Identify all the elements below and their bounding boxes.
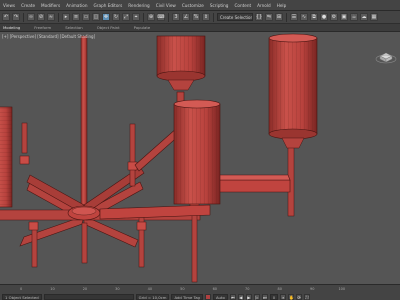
- ribbon-tab-selection[interactable]: Selection: [65, 25, 83, 30]
- menu-arnold[interactable]: Arnold: [254, 3, 274, 8]
- timeline-ruler[interactable]: 0 10 20 30 40 50 60 70 80 90 100: [0, 286, 400, 292]
- menu-create[interactable]: Create: [18, 3, 38, 8]
- select-move-icon[interactable]: ✥: [102, 13, 110, 21]
- viewport-label[interactable]: [+] [Perspective] [Standard] [Default Sh…: [2, 34, 95, 39]
- angle-snap-icon[interactable]: ∠: [182, 13, 190, 21]
- timeline-tick: 40: [147, 287, 153, 291]
- placement-icon[interactable]: ⌖: [132, 13, 140, 21]
- menu-animation[interactable]: Animation: [63, 3, 90, 8]
- align-icon[interactable]: ⊞: [275, 13, 283, 21]
- material-editor-icon[interactable]: ●: [320, 13, 328, 21]
- render-cloud-icon[interactable]: ☁: [360, 13, 368, 21]
- rectangle-selection-icon[interactable]: ▭: [82, 13, 90, 21]
- select-scale-icon[interactable]: ⤢: [122, 13, 130, 21]
- center-rod[interactable]: [80, 35, 88, 212]
- percent-snap-icon[interactable]: %: [192, 13, 200, 21]
- render-icon[interactable]: ☕: [350, 13, 358, 21]
- timeline-tick: 80: [277, 287, 282, 291]
- menu-help[interactable]: Help: [274, 3, 290, 8]
- schematic-view-icon[interactable]: ⧉: [310, 13, 318, 21]
- coordinate-fields[interactable]: [43, 294, 134, 300]
- timeline-tick: 10: [50, 287, 55, 291]
- spinner-snap-icon[interactable]: ⇕: [202, 13, 210, 21]
- timeline-tick: 70: [245, 287, 250, 291]
- zoom-icon[interactable]: ⌕: [280, 294, 287, 300]
- timeline-tick: 30: [115, 287, 120, 291]
- toolbar-divider: [58, 12, 59, 22]
- bind-icon[interactable]: ≈: [47, 13, 55, 21]
- ribbon-tab-object-paint[interactable]: Object Paint: [97, 25, 120, 30]
- keyboard-shortcut-icon[interactable]: ⌨: [157, 13, 165, 21]
- candle-right[interactable]: [268, 33, 318, 149]
- timeline-tick: 20: [82, 287, 88, 291]
- candle-middle[interactable]: [173, 99, 221, 205]
- menu-views[interactable]: Views: [0, 3, 18, 8]
- selection-status: 1 Object Selected: [2, 294, 42, 300]
- toolbar-divider: [286, 12, 287, 22]
- menu-civil-view[interactable]: Civil View: [153, 3, 179, 8]
- main-toolbar: ↶ ↷ ∞ ⊘ ≈ ▸ ≡ ▭ ◫ ✥ ↻ ⤢ ⌖ ⊕ ⌨ 3 ∠ % ⇕ Cr…: [0, 11, 400, 24]
- status-bar: 0 10 20 30 40 50 60 70 80 90 100 1 Objec…: [0, 284, 400, 300]
- toolbar-divider: [23, 12, 24, 22]
- perspective-viewport[interactable]: [+] [Perspective] [Standard] [Default Sh…: [0, 31, 400, 284]
- orbit-icon[interactable]: ⟳: [296, 294, 303, 300]
- toolbar-divider: [168, 12, 169, 22]
- menu-graph-editors[interactable]: Graph Editors: [91, 3, 126, 8]
- selection-set-dropdown[interactable]: Create Selection Se: [217, 13, 253, 21]
- maximize-viewport-icon[interactable]: ⛶: [304, 294, 311, 300]
- pivot-icon[interactable]: ⊕: [147, 13, 155, 21]
- menu-bar: Views Create Modifiers Animation Graph E…: [0, 0, 400, 11]
- curve-editor-icon[interactable]: ∿: [300, 13, 308, 21]
- pan-icon[interactable]: ✋: [288, 294, 295, 300]
- workspace-icon[interactable]: ▦: [370, 13, 378, 21]
- menu-content[interactable]: Content: [231, 3, 254, 8]
- key-mode-label[interactable]: Auto: [212, 294, 228, 300]
- render-setup-icon[interactable]: ⚙: [330, 13, 338, 21]
- timeline-tick: 0: [20, 287, 23, 291]
- auto-key-button[interactable]: [204, 294, 211, 300]
- previous-frame-icon[interactable]: ◀: [237, 294, 244, 300]
- redo-icon[interactable]: ↷: [12, 13, 20, 21]
- timeline-tick: 60: [212, 287, 218, 291]
- menu-rendering[interactable]: Rendering: [125, 3, 152, 8]
- play-icon[interactable]: ▶: [245, 294, 252, 300]
- add-time-tag-button[interactable]: Add Time Tag: [171, 294, 203, 300]
- layer-explorer-icon[interactable]: ☰: [290, 13, 298, 21]
- go-to-end-icon[interactable]: ⏭: [261, 294, 268, 300]
- menu-customize[interactable]: Customize: [179, 3, 207, 8]
- ribbon-tab-modeling[interactable]: Modeling: [3, 25, 20, 30]
- toolbar-divider: [143, 12, 144, 22]
- status-controls: 1 Object Selected Grid = 10,0cm Add Time…: [0, 293, 400, 300]
- link-icon[interactable]: ∞: [27, 13, 35, 21]
- mirror-icon[interactable]: ⇋: [265, 13, 273, 21]
- undo-icon[interactable]: ↶: [2, 13, 10, 21]
- menu-scripting[interactable]: Scripting: [207, 3, 232, 8]
- ribbon-tab-freeform[interactable]: Freeform: [34, 25, 51, 30]
- ribbon-tabs: Modeling Freeform Selection Object Paint…: [0, 24, 400, 31]
- center-hub[interactable]: [67, 205, 101, 221]
- current-frame-field[interactable]: 0: [269, 294, 279, 300]
- select-object-icon[interactable]: ▸: [62, 13, 70, 21]
- select-rotate-icon[interactable]: ↻: [112, 13, 120, 21]
- menu-modifiers[interactable]: Modifiers: [38, 3, 63, 8]
- timeline-tick: 90: [309, 287, 315, 291]
- select-by-name-icon[interactable]: ≡: [72, 13, 80, 21]
- timeline-tick: 100: [338, 287, 346, 291]
- ribbon-tab-populate[interactable]: Populate: [134, 25, 151, 30]
- candle-left[interactable]: [0, 106, 13, 208]
- toolbar-divider: [213, 12, 214, 22]
- named-selection-icon[interactable]: {}: [255, 13, 263, 21]
- candle-top-center[interactable]: [156, 35, 206, 91]
- go-to-start-icon[interactable]: ⏮: [229, 294, 236, 300]
- grid-status: Grid = 10,0cm: [135, 294, 170, 300]
- rendered-frame-icon[interactable]: ▣: [340, 13, 348, 21]
- snap-toggle-icon[interactable]: 3: [172, 13, 180, 21]
- viewcube-icon[interactable]: [374, 44, 398, 68]
- next-frame-icon[interactable]: ▷: [253, 294, 260, 300]
- chandelier-model[interactable]: [0, 32, 400, 284]
- timeline-tick: 50: [180, 287, 185, 291]
- unlink-icon[interactable]: ⊘: [37, 13, 45, 21]
- window-crossing-icon[interactable]: ◫: [92, 13, 100, 21]
